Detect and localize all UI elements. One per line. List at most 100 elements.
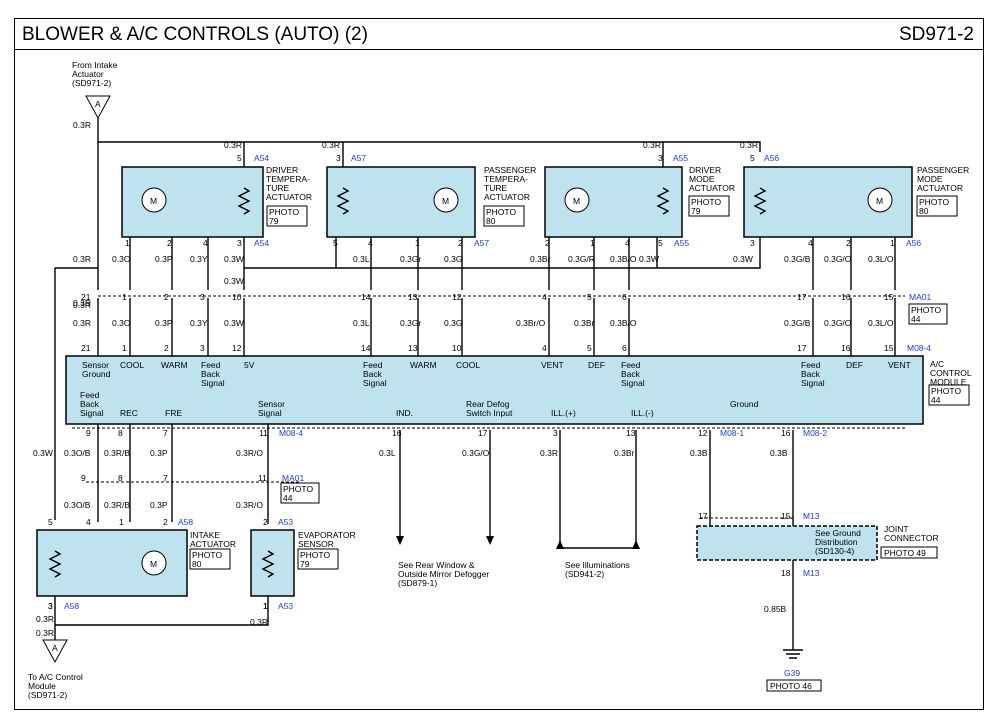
pin-number: 16 — [781, 428, 791, 438]
wire-color-label: 0.3O — [112, 254, 131, 264]
pin-number: 4 — [368, 238, 373, 248]
wire-color-label: 0.3B/O — [610, 254, 637, 264]
module-pin-label: Ground — [730, 399, 759, 409]
pin-number: 2 — [263, 517, 268, 527]
pin-number: 5 — [237, 153, 242, 163]
photo-label: 79 — [691, 206, 701, 216]
wire-color-label: 0.3Gr — [400, 318, 421, 328]
pin-number: 21 — [81, 343, 91, 353]
module-pin-label: ILL.(-) — [631, 408, 654, 418]
pin-number: 4 — [86, 517, 91, 527]
wire-color-label: 0.3G/B — [784, 254, 811, 264]
wire-color-label: 0.3G/R — [568, 254, 595, 264]
wire-color-label: 0.3O — [112, 318, 131, 328]
wire-color-label: 0.3P — [150, 448, 168, 458]
photo-label: 44 — [911, 314, 921, 324]
module-pin-label: 5V — [244, 360, 255, 370]
pin-number: 5 — [750, 153, 755, 163]
wire-color-label: 0.3P — [150, 500, 168, 510]
wire-color-label: 0.3W — [733, 254, 753, 264]
wire-color-label: 0.3Br/O — [516, 318, 546, 328]
pin-number: 2 — [545, 238, 550, 248]
wire-color-label: 0.3R/B — [104, 500, 130, 510]
module-pin-label: COOL — [120, 360, 144, 370]
pin-number: 17 — [698, 511, 708, 521]
pin-number: 3 — [237, 238, 242, 248]
motor-icon: M — [141, 550, 167, 576]
wiring-diagram-page: BLOWER & A/C CONTROLS (AUTO) (2) SD971-2 — [0, 0, 1000, 726]
wire-color-label: 0.3L — [353, 318, 370, 328]
module-pin-label: VENT — [888, 360, 911, 370]
module-pin-label: Signal — [801, 378, 825, 388]
component-name: ACTUATOR — [917, 183, 963, 193]
pin-number: 13 — [626, 428, 636, 438]
connector-id: A56 — [906, 238, 921, 248]
pin-number: 16 — [841, 343, 851, 353]
pin-number: 14 — [361, 292, 371, 302]
connector-id: A57 — [351, 153, 366, 163]
wire-color-label: 0.3Br — [574, 318, 594, 328]
ref-ground-distribution: (SD130-4) — [815, 546, 854, 556]
motor-icon: M — [564, 187, 590, 213]
module-pin-label: FRE — [165, 408, 182, 418]
wire-color-label: 0.3G — [444, 254, 462, 264]
ref-rear-window: (SD879-1) — [398, 578, 437, 588]
wire-color-label: 0.3R — [322, 140, 340, 150]
svg-text:M: M — [573, 196, 580, 206]
pin-number: 5 — [587, 292, 592, 302]
pin-number: 17 — [478, 428, 488, 438]
wire-color-label: 0.3P — [155, 318, 173, 328]
component-name: CONNECTOR — [884, 533, 939, 543]
pin-number: 15 — [884, 292, 894, 302]
pin-number: 3 — [200, 292, 205, 302]
pin-number: 3 — [200, 343, 205, 353]
photo-label: 80 — [919, 206, 929, 216]
svg-text:M: M — [150, 559, 157, 569]
motor-icon: M — [141, 187, 167, 213]
wire-color-label: 0.3W — [224, 276, 244, 286]
connector-id: M08-1 — [720, 428, 744, 438]
svg-text:M: M — [150, 196, 157, 206]
wire-color-label: 0.3L — [353, 254, 370, 264]
pin-number: 2 — [163, 517, 168, 527]
wire-color-label: 0.3R — [36, 614, 54, 624]
pin-number: 1 — [590, 238, 595, 248]
pin-number: 18 — [781, 568, 791, 578]
photo-label: 79 — [269, 216, 279, 226]
component-name: ACTUATOR — [190, 539, 236, 549]
component-name: SENSOR — [298, 539, 334, 549]
wire-color-label: 0.3R — [73, 254, 91, 264]
pin-number: 12 — [698, 428, 708, 438]
module-pin-label: IND. — [396, 408, 413, 418]
pin-number: 4 — [542, 292, 547, 302]
module-pin-label: Signal — [201, 378, 225, 388]
connector-id: A54 — [254, 153, 269, 163]
pin-number: 2 — [458, 238, 463, 248]
pin-number: 4 — [203, 238, 208, 248]
arrow-up-icon — [632, 540, 640, 549]
connector-id: M08-2 — [803, 428, 827, 438]
connector-id: M08-4 — [907, 343, 931, 353]
pin-number: 3 — [553, 428, 558, 438]
arrow-down-icon — [396, 536, 404, 545]
pin-number: 11 — [258, 473, 267, 483]
pin-number: 2 — [167, 238, 172, 248]
wire-color-label: 0.3B/O — [610, 318, 637, 328]
schematic-canvas: M M M M M A A From IntakeActuator(SD971-… — [28, 60, 972, 700]
wire-color-label: 0.3R — [73, 120, 91, 130]
pin-number: 5 — [48, 517, 53, 527]
connector-id: MA01 — [909, 292, 931, 302]
connector-id: A54 — [254, 238, 269, 248]
pin-number: 9 — [81, 473, 86, 483]
pin-number: 3 — [48, 601, 53, 611]
wire-color-label: 0.3L — [379, 448, 396, 458]
photo-label: PHOTO 46 — [770, 681, 812, 691]
module-pin-label: Switch Input — [466, 408, 513, 418]
pin-number: 16 — [841, 292, 851, 302]
wire-color-label: 0.3R/B — [104, 448, 130, 458]
wire-color-label: 0.3G/O — [824, 254, 852, 264]
wire-color-label: 0.3Br — [530, 254, 550, 264]
ref-to-ac-module: (SD971-2) — [28, 690, 67, 700]
module-pin-label: Signal — [363, 378, 387, 388]
pin-number: 3 — [658, 153, 663, 163]
